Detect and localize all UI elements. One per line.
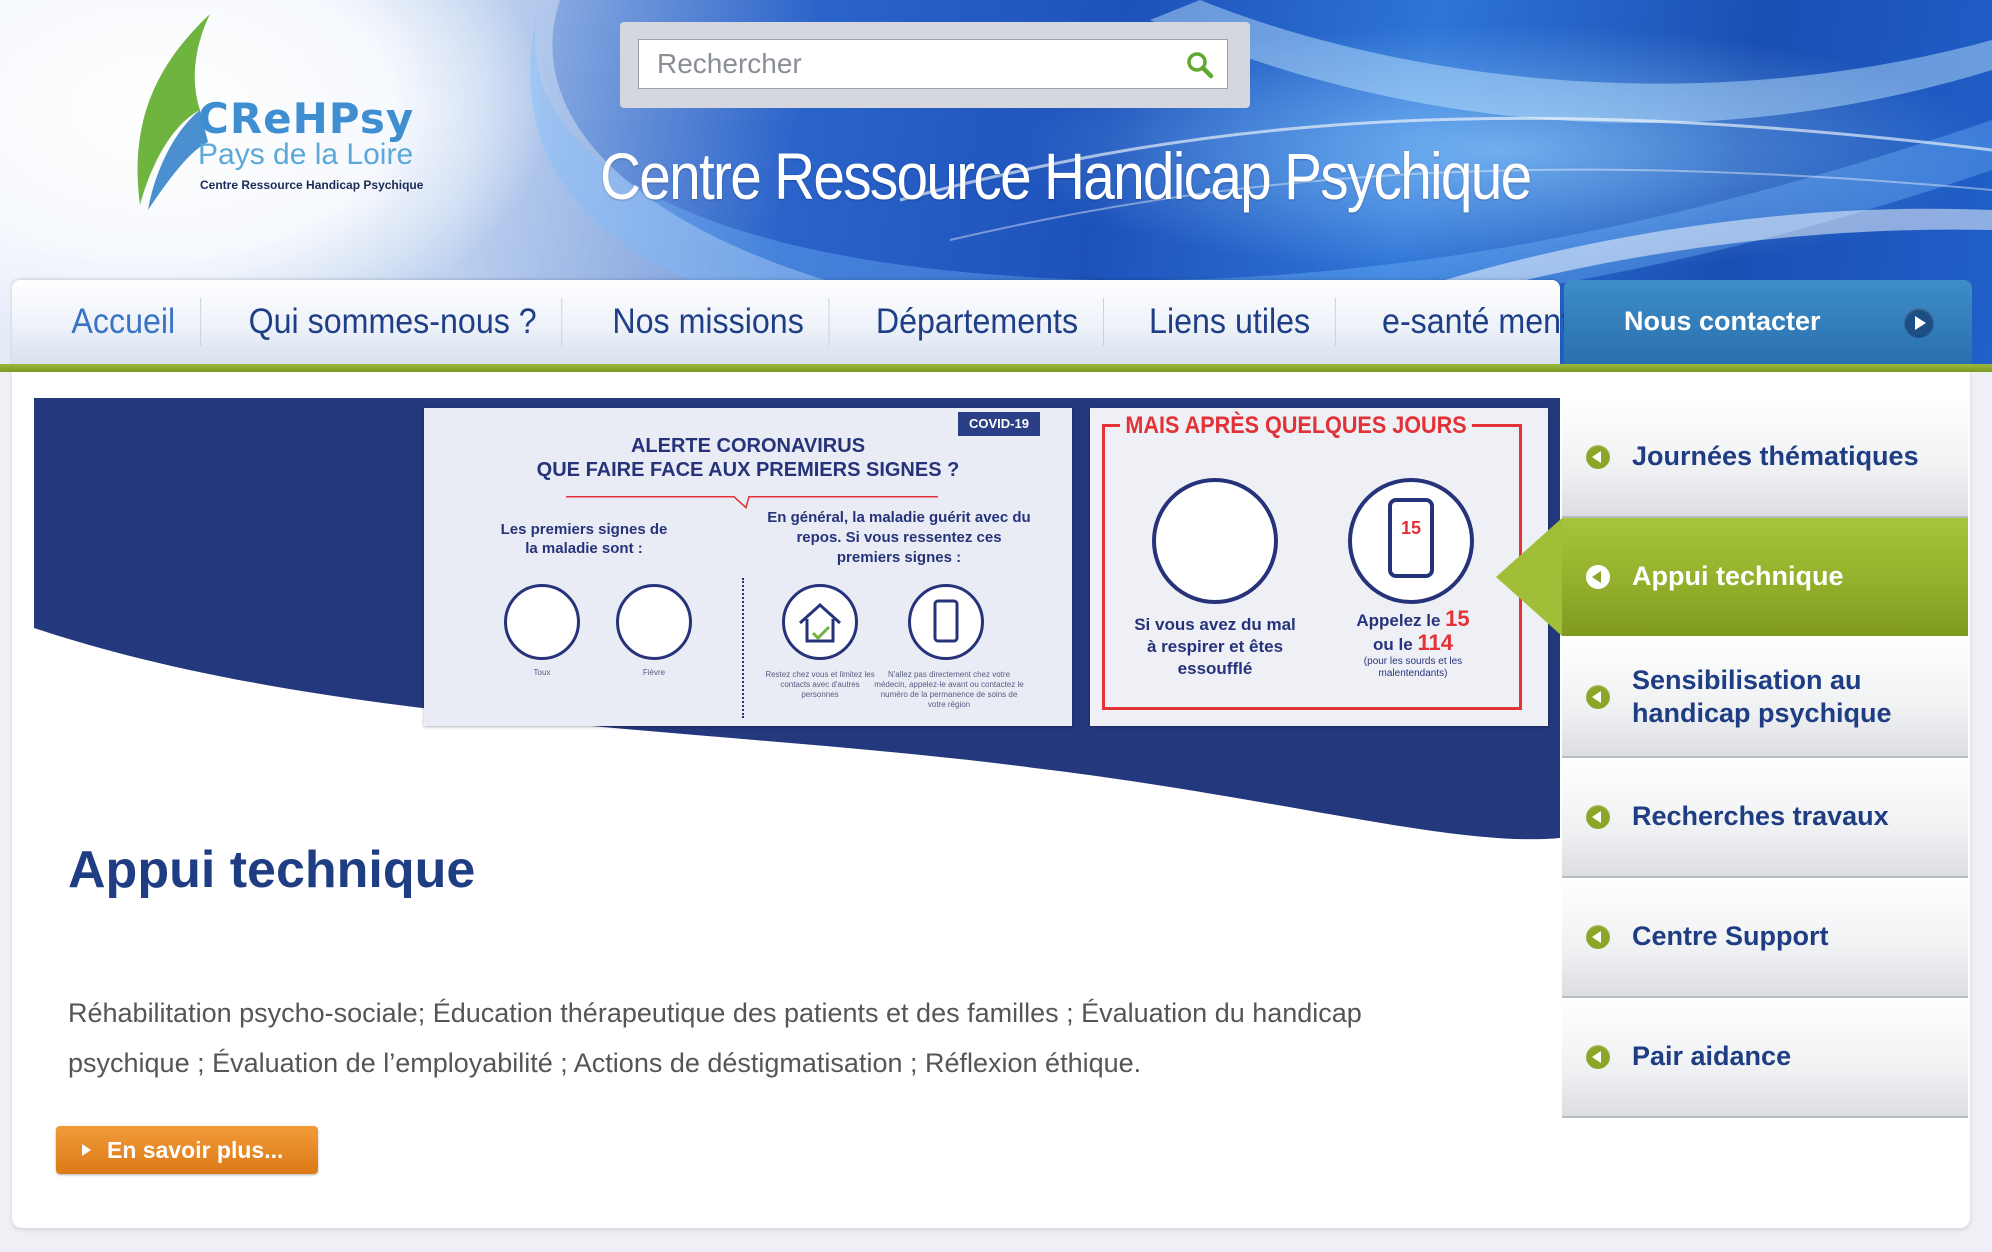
call-number-114: 114 <box>1417 630 1453 655</box>
crehpsy-logo[interactable]: CReHPsy Pays de la Loire Centre Ressourc… <box>130 10 460 210</box>
nav-item-departements[interactable]: Départements <box>851 298 1104 346</box>
sidebar-item-recherches-travaux[interactable]: Recherches travaux <box>1562 758 1968 878</box>
caption-fever: Fièvre <box>642 668 666 677</box>
poster-left-text: Les premiers signes de la maladie sont : <box>500 521 668 557</box>
poster-title: ALERTE CORONAVIRUS QUE FAIRE FACE AUX PR… <box>424 434 1072 482</box>
poster2-left-caption: Si vous avez du mal à respirer et êtes e… <box>1134 615 1296 678</box>
poster2-right-caption: Appelez le 15 ou le 114 (pour les sourds… <box>1328 608 1498 680</box>
sidebar-item-centre-support[interactable]: Centre Support <box>1562 878 1968 998</box>
search-icon <box>1187 52 1214 79</box>
caption-call-doctor: N'allez pas directement chez votre médec… <box>874 670 1024 709</box>
house-icon <box>782 584 858 660</box>
search-box <box>620 22 1250 108</box>
arrow-left-circle-icon <box>1586 565 1610 589</box>
sidebar-item-label: Recherches travaux <box>1632 801 1889 831</box>
sidebar-menu: Journées thématiques Appui technique Sen… <box>1496 398 1970 1118</box>
logo-subtitle: Centre Ressource Handicap Psychique <box>200 178 424 192</box>
sidebar-item-label: Sensibilisation au handicap psychique <box>1632 665 1892 728</box>
poster-title-line1: ALERTE CORONAVIRUS <box>630 435 866 457</box>
sidebar-item-label: Appui technique <box>1632 561 1844 591</box>
covid-poster-after-days: MAIS APRÈS QUELQUES JOURS 15 Si vous ave… <box>1090 408 1548 726</box>
contact-label: Nous contacter <box>1624 306 1821 336</box>
arrow-right-circle-icon <box>1904 308 1934 338</box>
call-text-a: Appelez le <box>1356 611 1441 630</box>
call-number-15: 15 <box>1445 606 1470 631</box>
sidebar-item-pair-aidance[interactable]: Pair aidance <box>1562 998 1968 1118</box>
covid-tag: COVID-19 <box>958 412 1040 436</box>
breathless-icon <box>1152 478 1278 604</box>
logo-region: Pays de la Loire <box>198 138 414 171</box>
arrow-left-circle-icon <box>1586 445 1610 469</box>
contact-button[interactable]: Nous contacter <box>1564 280 1972 364</box>
poster-right-text: En général, la maladie guérit avec du re… <box>767 509 1031 566</box>
page-title: Appui technique <box>68 841 476 899</box>
emergency-phone-icon: 15 <box>1348 478 1474 604</box>
site-title: Centre Ressource Handicap Psychique <box>600 139 1532 213</box>
arrow-left-circle-icon <box>1586 1045 1610 1069</box>
arrow-left-circle-icon <box>1586 925 1610 949</box>
play-arrow-icon <box>82 1144 91 1156</box>
phone-call-icon <box>908 584 984 660</box>
cough-icon <box>504 584 580 660</box>
sidebar-item-journees-thematiques[interactable]: Journées thématiques <box>1562 398 1968 518</box>
active-pointer <box>1496 518 1562 636</box>
poster2-title: MAIS APRÈS QUELQUES JOURS <box>1120 412 1473 440</box>
fever-icon <box>616 584 692 660</box>
logo-wordmark: CReHPsy <box>198 94 415 143</box>
nav-item-qui-sommes-nous[interactable]: Qui sommes-nous ? <box>224 298 563 346</box>
sidebar-item-label: Journées thématiques <box>1632 441 1919 471</box>
sidebar-item-sensibilisation[interactable]: Sensibilisation au handicap psychique <box>1562 638 1968 758</box>
caption-cough: Toux <box>533 668 551 677</box>
phone-number-label: 15 <box>1401 518 1421 538</box>
nav-item-accueil[interactable]: Accueil <box>20 298 201 346</box>
read-more-button[interactable]: En savoir plus... <box>56 1126 318 1174</box>
poster-title-line2: QUE FAIRE FACE AUX PREMIERS SIGNES ? <box>536 459 960 481</box>
call-small-note: (pour les sourds et les malentendants) <box>1363 656 1463 679</box>
arrow-left-circle-icon <box>1586 805 1610 829</box>
page-description: Réhabilitation psycho-sociale; Éducation… <box>68 998 1362 1078</box>
caption-stay-home: Restez chez vous et limitez les contacts… <box>765 670 875 699</box>
nav-underline <box>0 364 1992 372</box>
sidebar-item-label: Centre Support <box>1632 921 1829 951</box>
sidebar-item-label: Pair aidance <box>1632 1041 1792 1071</box>
search-button[interactable] <box>1180 46 1220 84</box>
covid-poster-first-signs: COVID-19 ALERTE CORONAVIRUS QUE FAIRE FA… <box>424 408 1072 726</box>
nav-item-liens-utiles[interactable]: Liens utiles <box>1124 298 1336 346</box>
call-text-b: ou le <box>1373 635 1413 654</box>
main-nav: Accueil Qui sommes-nous ? Nos missions D… <box>12 280 1613 364</box>
nav-item-nos-missions[interactable]: Nos missions <box>588 298 830 346</box>
sidebar-item-appui-technique[interactable]: Appui technique <box>1496 518 1968 636</box>
read-more-label: En savoir plus... <box>107 1136 284 1163</box>
poster-divider <box>742 578 744 718</box>
search-input[interactable] <box>638 39 1228 89</box>
arrow-left-circle-icon <box>1586 685 1610 709</box>
